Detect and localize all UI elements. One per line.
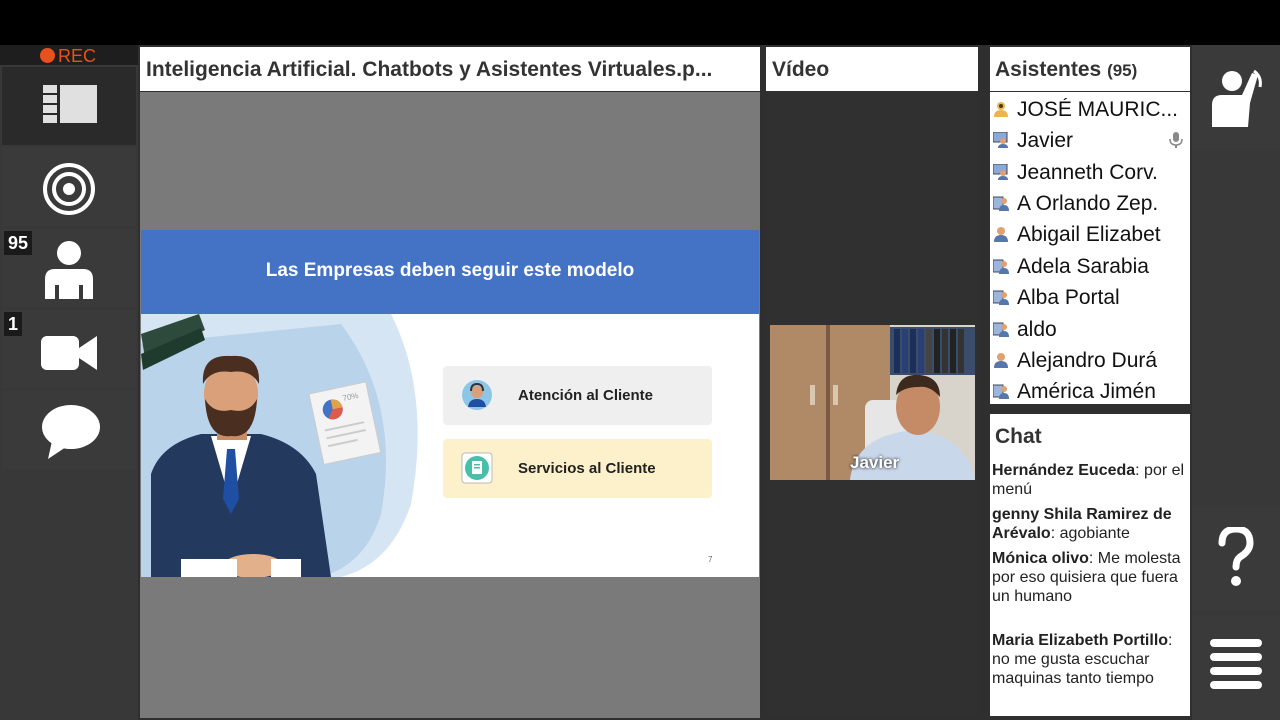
attendee-row[interactable]: América Jimén <box>990 377 1190 404</box>
hamburger-menu-icon <box>1210 639 1262 689</box>
recording-indicator: REC <box>0 45 138 66</box>
attendee-name: A Orlando Zep. <box>1017 192 1159 215</box>
chat-button[interactable] <box>2 391 136 469</box>
presentation-title: Inteligencia Artificial. Chatbots y Asis… <box>146 58 713 81</box>
presenter-user-icon <box>993 132 1008 148</box>
attendee-name: Abigail Elizabet <box>1017 223 1161 246</box>
customer-service-card: Atención al Cliente <box>443 366 712 425</box>
attendees-count-badge: 95 <box>4 231 33 255</box>
chat-header: Chat <box>990 414 1190 458</box>
webcam-feed[interactable]: Javier <box>770 325 975 480</box>
attendee-name: Alba Portal <box>1017 286 1120 309</box>
target-button[interactable] <box>2 148 136 226</box>
video-camera-icon <box>41 336 97 370</box>
chat-messages[interactable]: Hernández Euceda: por el menú genny Shil… <box>990 458 1190 716</box>
presenter-user-icon <box>993 164 1008 180</box>
user-icon <box>994 227 1008 242</box>
host-user-icon <box>994 102 1008 117</box>
record-dot-icon <box>40 48 55 63</box>
target-icon <box>43 163 95 215</box>
businessman-illustration: 70% <box>141 314 418 577</box>
attendee-name: JOSÉ MAURIC... <box>1017 98 1179 121</box>
user-card-icon <box>993 384 1009 399</box>
layout-button[interactable] <box>2 67 136 145</box>
attendees-list[interactable]: JOSÉ MAURIC... Javier Jeanneth Corv. A O… <box>990 92 1190 404</box>
layout-icon <box>43 85 97 123</box>
raise-hand-button[interactable] <box>1192 45 1280 150</box>
attendee-name: Javier <box>1017 129 1074 152</box>
recording-label: REC <box>58 46 97 66</box>
attendee-row[interactable]: aldo <box>990 315 1190 346</box>
participant-name-label: Javier <box>850 453 900 472</box>
support-agent-icon <box>462 380 492 410</box>
attendees-button[interactable]: 95 <box>2 229 136 307</box>
chat-author: Mónica olivo <box>992 550 1089 567</box>
menu-button[interactable] <box>1192 615 1280 720</box>
user-card-icon <box>993 290 1009 305</box>
presentation-slide: Las Empresas deben seguir este modelo 70… <box>141 230 759 577</box>
slide-page-number: 7 <box>708 555 713 564</box>
chat-message: Maria Elizabeth Portillo: no me gusta es… <box>992 631 1188 688</box>
presentation-header: Inteligencia Artificial. Chatbots y Asis… <box>140 47 760 91</box>
video-count-badge: 1 <box>4 312 23 336</box>
user-card-icon <box>993 196 1009 211</box>
attendee-row[interactable]: JOSÉ MAURIC... <box>990 95 1190 126</box>
chat-author: Hernández Euceda <box>992 462 1136 479</box>
customer-services-card: Servicios al Cliente <box>443 439 712 498</box>
chat-message: genny Shila Ramirez de Arévalo: agobiant… <box>992 505 1188 543</box>
attendees-header: Asistentes (95) <box>990 47 1190 91</box>
person-icon <box>45 241 93 299</box>
attendees-title-label: Asistentes <box>995 58 1102 81</box>
document-service-icon <box>461 452 493 484</box>
right-toolbar <box>1192 45 1280 720</box>
user-card-icon <box>993 259 1009 274</box>
attendee-name: Jeanneth Corv. <box>1017 161 1158 184</box>
customer-services-label: Servicios al Cliente <box>518 460 656 477</box>
attendee-row[interactable]: Jeanneth Corv. <box>990 158 1190 189</box>
chat-bubble-icon <box>42 405 100 459</box>
attendee-row[interactable]: Alba Portal <box>990 283 1190 314</box>
raise-hand-icon <box>1212 69 1262 127</box>
attendee-name: Adela Sarabia <box>1017 255 1149 278</box>
user-icon <box>994 353 1008 368</box>
chat-message: Hernández Euceda: por el menú <box>992 461 1188 499</box>
slide-heading: Las Empresas deben seguir este modelo <box>265 260 635 281</box>
attendee-name: aldo <box>1017 318 1057 341</box>
app-root: REC 95 1 Inteligencia Artificial. Chatbo… <box>0 0 1280 720</box>
attendee-name: Alejandro Durá <box>1017 349 1158 372</box>
attendee-name: América Jimén <box>1017 380 1156 403</box>
attendee-row[interactable]: Adela Sarabia <box>990 252 1190 283</box>
chat-author: Maria Elizabeth Portillo <box>992 632 1169 649</box>
video-title: Vídeo <box>772 58 830 81</box>
left-toolbar: REC 95 1 <box>0 45 138 720</box>
attendees-count: (95) <box>1107 61 1138 80</box>
attendees-title: Asistentes (95) <box>995 58 1137 82</box>
attendee-row[interactable]: A Orlando Zep. <box>990 189 1190 220</box>
chat-message: Mónica olivo: Me molesta por eso quisier… <box>992 549 1188 606</box>
video-header: Vídeo <box>766 47 978 91</box>
help-button[interactable] <box>1192 505 1280 610</box>
chat-text: : agobiante <box>1050 525 1130 542</box>
question-mark-icon <box>1218 527 1254 586</box>
customer-attention-label: Atención al Cliente <box>518 387 654 404</box>
slide-header: Las Empresas deben seguir este modelo <box>141 230 759 314</box>
camera-button[interactable]: 1 <box>2 310 136 388</box>
attendee-row[interactable]: Abigail Elizabet <box>990 220 1190 251</box>
user-card-icon <box>993 322 1009 337</box>
status-bar <box>0 0 1280 45</box>
attendee-row[interactable]: Alejandro Durá <box>990 346 1190 377</box>
chat-title: Chat <box>995 425 1042 448</box>
microphone-icon <box>1169 132 1183 148</box>
attendee-row[interactable]: Javier <box>990 126 1190 157</box>
